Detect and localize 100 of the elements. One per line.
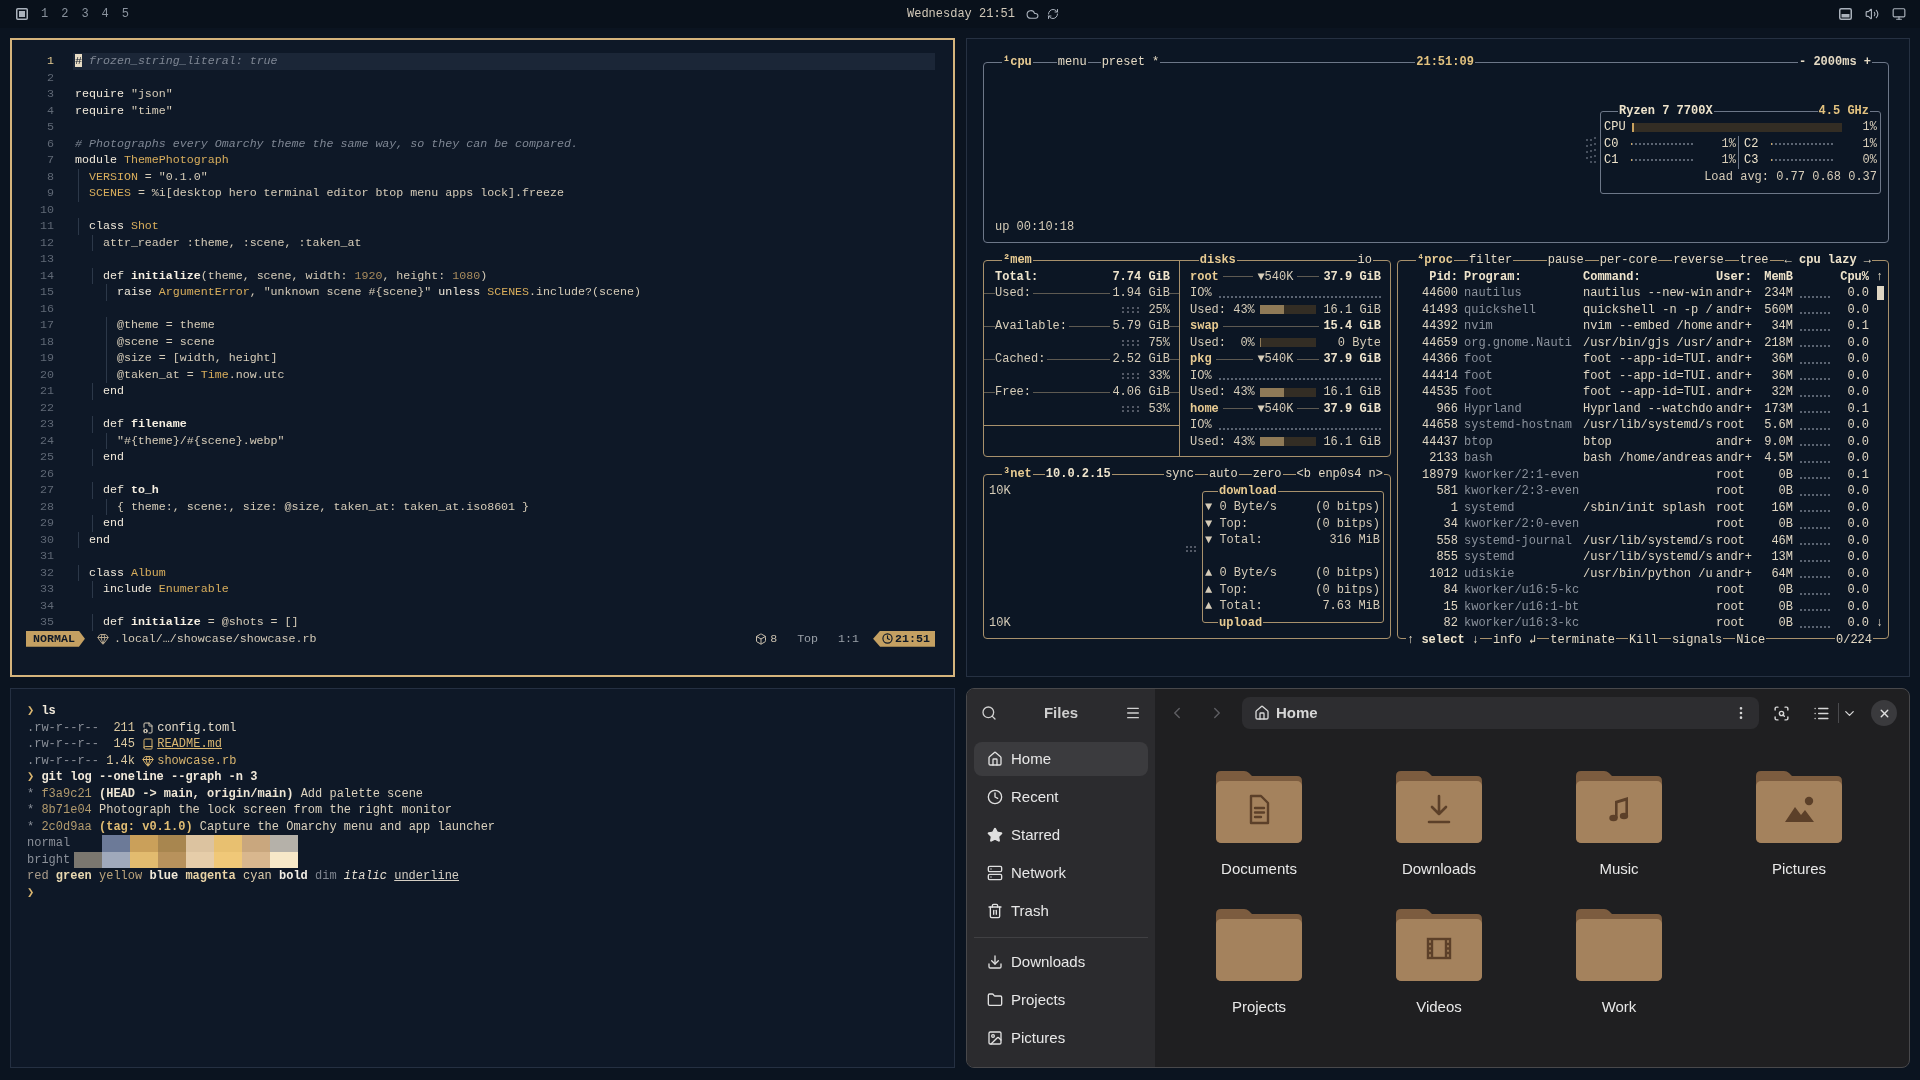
sort-selector[interactable]: ← cpu lazy → (1783, 252, 1872, 269)
user-name: andr+ (1716, 285, 1753, 302)
workspace-button[interactable]: 3 (81, 6, 89, 22)
column-header[interactable]: User: (1716, 268, 1756, 285)
scroll-down-arrow[interactable]: ↓ (1876, 615, 1884, 632)
scan-search-icon[interactable] (1773, 704, 1790, 722)
volume-icon[interactable] (1865, 7, 1879, 21)
buffer-count: 8 (770, 630, 778, 647)
code-line: def filename (75, 416, 187, 433)
clock-icon (882, 633, 894, 645)
core-label: C3 (1744, 152, 1759, 169)
cpu-usage: 0.0 (1846, 351, 1869, 368)
code-line: end (75, 383, 124, 400)
network-graph (1185, 544, 1197, 553)
folder-item[interactable]: Videos (1396, 909, 1482, 1017)
menu-button[interactable]: preset * (1100, 54, 1161, 71)
cloud-icon[interactable] (1026, 7, 1039, 21)
code-line: @taken_at = Time.now.utc (75, 366, 285, 383)
code-line: VERSION = "0.1.0" (75, 168, 208, 185)
style-sample: magenta (185, 868, 236, 885)
folder-item[interactable]: Work (1576, 909, 1662, 1017)
disk-used-size: 0 Byte (1336, 334, 1381, 351)
command-line: /sbin/init splash (1583, 499, 1707, 516)
workspace-button[interactable]: 2 (61, 6, 69, 22)
workspace-button[interactable]: 4 (101, 6, 109, 22)
cpu-usage: 0.1 (1846, 318, 1869, 335)
path-bar[interactable]: Home (1242, 697, 1759, 729)
folder-item[interactable]: Projects (1216, 909, 1302, 1017)
program-name: kworker/u16:1-bt (1464, 598, 1581, 615)
menu-icon[interactable] (1125, 705, 1141, 721)
disk-used-label: Used: (1190, 334, 1226, 351)
memory-usage: 13M (1770, 549, 1793, 566)
cpu-usage: 0.0 (1846, 499, 1869, 516)
sidebar-item[interactable]: Recent (974, 780, 1148, 814)
memory-usage: 218M (1763, 334, 1793, 351)
line-number: 23 (39, 416, 54, 432)
line-number: 18 (39, 333, 54, 350)
style-sample: bold (279, 868, 308, 885)
traffic-label: Total: (1219, 532, 1263, 549)
refresh-icon[interactable] (1047, 8, 1059, 20)
traffic-value: (0 bitps) (1315, 581, 1380, 598)
cpu-usage: 0.0 (1846, 532, 1869, 549)
column-header[interactable]: MemB (1756, 268, 1793, 285)
column-header[interactable]: Command: (1583, 268, 1716, 285)
key-hint[interactable]: signals (1670, 631, 1724, 648)
disk-size: 37.9 GiB (1323, 400, 1381, 417)
file-permissions: .rw-r--r-- (27, 752, 99, 769)
folder-item[interactable]: Pictures (1756, 771, 1842, 879)
sidebar-item[interactable]: Downloads (974, 945, 1148, 979)
process-id: 1 (1449, 499, 1458, 516)
sidebar-item[interactable]: Pictures (974, 1021, 1148, 1055)
traffic-value: (0 bitps) (1315, 565, 1380, 582)
program-name: foot (1464, 351, 1494, 368)
memory-value: 4.06 GiB (1112, 384, 1170, 401)
line-number: 27 (39, 482, 54, 498)
file-size: 145 (112, 736, 135, 753)
load-average: Load avg: 0.77 0.68 0.37 (1704, 168, 1877, 185)
process-id: 966 (1435, 400, 1458, 417)
code-line: @size = [width, height] (75, 350, 278, 367)
code-line: end (75, 449, 124, 466)
search-icon[interactable] (981, 705, 997, 721)
option-button[interactable]: <b enp0s4 n> (1295, 466, 1384, 483)
home-icon (987, 751, 1003, 767)
io-label: IO% (1190, 417, 1212, 434)
style-sample: yellow (99, 868, 143, 885)
workspace-button[interactable]: 5 (121, 6, 129, 22)
scroll-up-arrow[interactable]: ↑ (1876, 268, 1884, 285)
line-number: 10 (39, 201, 54, 218)
process-id: 34 (1442, 516, 1458, 533)
close-button[interactable] (1871, 700, 1897, 726)
memory-label: Available: (995, 318, 1067, 335)
monitor-icon[interactable] (1892, 7, 1906, 21)
sidebar-item[interactable]: Network (974, 856, 1148, 890)
scrollbar-thumb[interactable] (1877, 286, 1884, 301)
workspace-button[interactable]: 1 (41, 6, 49, 22)
memory-graph (1121, 338, 1142, 347)
sidebar-item[interactable]: Home (974, 742, 1148, 776)
panel-icon[interactable] (1839, 8, 1852, 20)
file-name: config.toml (157, 719, 237, 736)
cpu-usage: 0.0 (1846, 549, 1869, 566)
column-header[interactable]: Cpu% (1836, 268, 1869, 285)
program-name: kworker/u16:5-kc (1464, 582, 1581, 599)
window-layout-icon[interactable] (16, 8, 28, 20)
column-header[interactable]: Pid: (1400, 268, 1458, 285)
sidebar-item[interactable]: Trash (974, 894, 1148, 928)
line-number: 33 (39, 581, 54, 597)
folder-item[interactable]: Documents (1216, 771, 1302, 879)
column-header[interactable]: Program: (1464, 268, 1583, 285)
folder-item[interactable]: Downloads (1396, 771, 1482, 879)
memory-usage: 0B (1777, 598, 1793, 615)
style-sample: cyan (243, 868, 272, 885)
commit-refs: (HEAD -> main, origin/main) (99, 785, 294, 802)
code-line: "#{theme}/#{scene}.webp" (75, 432, 285, 449)
folder-item[interactable]: Music (1576, 771, 1662, 879)
sidebar-item[interactable]: Projects (974, 983, 1148, 1017)
command-line: Hyprland --watchdo (1583, 400, 1714, 417)
program-name: nvim (1464, 318, 1494, 335)
cpu-graph (1800, 526, 1830, 529)
sidebar-item[interactable]: Starred (974, 818, 1148, 852)
traffic-arrow: ▼ (1205, 499, 1214, 516)
